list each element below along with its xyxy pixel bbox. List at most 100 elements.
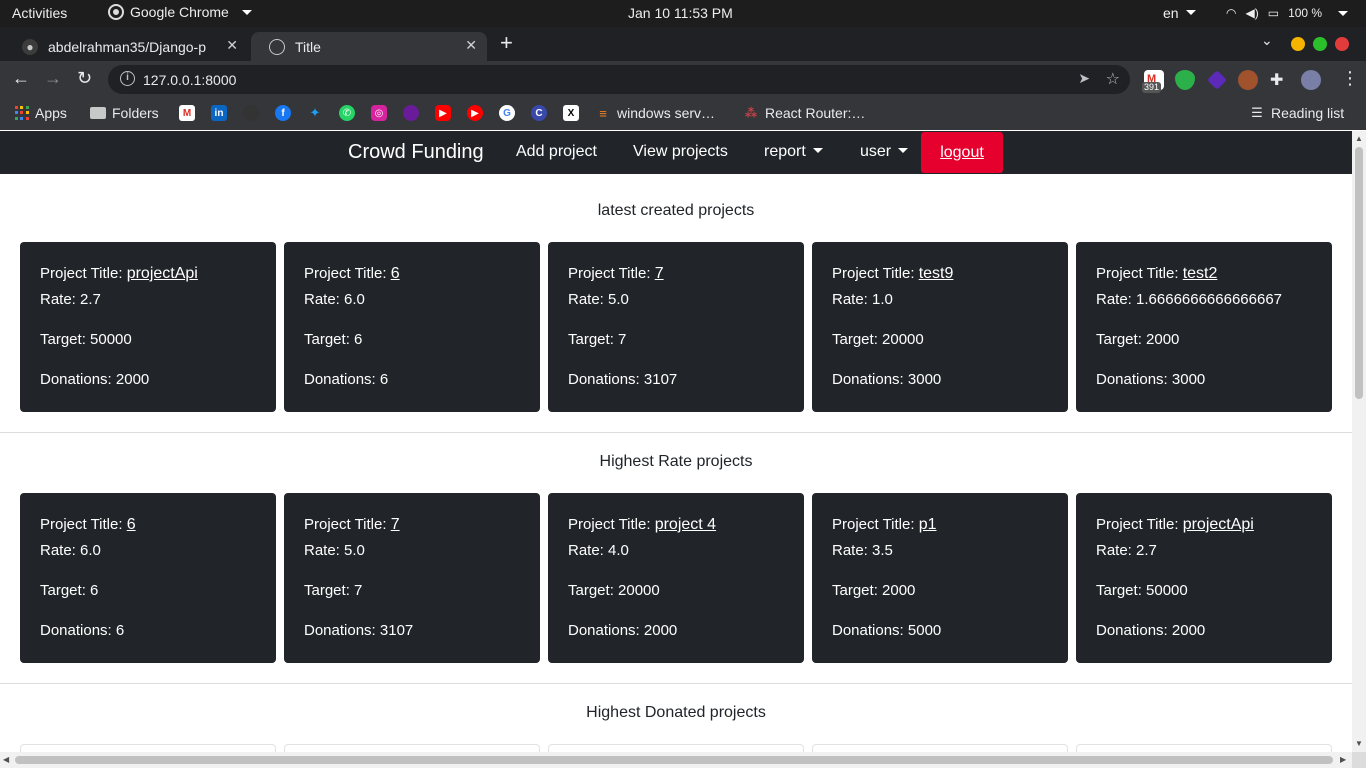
tab-search-chevron-icon[interactable]: ⌄: [1261, 32, 1273, 49]
project-title-link[interactable]: p1: [919, 516, 937, 533]
activities-button[interactable]: Activities: [12, 5, 67, 21]
send-icon[interactable]: ➤: [1078, 70, 1090, 87]
scroll-left-arrow-icon[interactable]: ◀: [3, 755, 9, 764]
reload-button[interactable]: ↻: [77, 68, 92, 89]
gmail-extension-icon[interactable]: M 391: [1142, 70, 1164, 93]
target-label: Target:: [568, 331, 619, 348]
project-title-link[interactable]: project 4: [655, 516, 716, 533]
bookmark-github[interactable]: [243, 105, 259, 121]
vertical-scroll-thumb[interactable]: [1355, 147, 1363, 399]
rate-line: Rate: 1.0: [832, 291, 893, 308]
puzzle-extensions-icon[interactable]: ✚: [1270, 70, 1290, 90]
project-title-line: Project Title: projectApi: [1096, 516, 1254, 534]
new-tab-button[interactable]: +: [500, 30, 513, 56]
rate-label: Rate:: [304, 291, 345, 308]
project-title-link[interactable]: test2: [1183, 265, 1218, 282]
language-indicator[interactable]: en: [1163, 5, 1196, 21]
app-menu[interactable]: Google Chrome: [108, 4, 252, 20]
project-title-link[interactable]: 7: [391, 516, 400, 533]
scrollbar-corner: [1352, 752, 1366, 768]
project-title-link[interactable]: test9: [919, 265, 954, 282]
target-line: Target: 6: [40, 582, 98, 599]
bookmark-youtube-music[interactable]: ▶: [467, 105, 483, 121]
back-button[interactable]: ←: [12, 68, 30, 89]
chevron-down-icon: [898, 148, 909, 153]
bookmark-folders[interactable]: Folders: [90, 105, 159, 121]
bookmark-linkedin[interactable]: in: [211, 105, 227, 121]
cookie-extension-icon[interactable]: [1238, 70, 1258, 90]
maximize-button[interactable]: [1313, 37, 1327, 51]
close-icon[interactable]: ✕: [465, 37, 477, 54]
bookmark-app-purple[interactable]: [403, 105, 419, 121]
brand-link[interactable]: Crowd Funding: [348, 141, 484, 164]
rate-label: Rate:: [40, 291, 81, 308]
bookmark-react-router[interactable]: ⁂ React Router:…: [743, 105, 866, 121]
donations-line: Donations: 5000: [832, 622, 941, 639]
target-label: Target:: [304, 582, 355, 599]
bookmark-x[interactable]: X: [563, 105, 579, 121]
project-title-link[interactable]: 6: [127, 516, 136, 533]
section-heading: Highest Donated projects: [586, 704, 766, 721]
close-icon[interactable]: ✕: [226, 37, 238, 54]
browser-toolbar: ← → ↻ i 127.0.0.1:8000 ➤ ☆ M 391 5 ✚ ⋮: [0, 61, 1366, 154]
kebab-menu-icon[interactable]: ⋮: [1341, 68, 1359, 89]
minimize-button[interactable]: [1291, 37, 1305, 51]
bookmark-twitter[interactable]: ✦: [307, 105, 323, 121]
bookmark-youtube[interactable]: ▶: [435, 105, 451, 121]
reading-list[interactable]: ☰ Reading list: [1249, 105, 1344, 121]
clock[interactable]: Jan 10 11:53 PM: [628, 5, 733, 21]
tab-title: abdelrahman35/Django-p: [48, 38, 206, 55]
apps-grid-icon: [15, 106, 29, 120]
project-title-link[interactable]: projectApi: [1183, 516, 1254, 533]
info-icon[interactable]: i: [120, 71, 135, 86]
bookmark-gmail[interactable]: M: [179, 105, 195, 121]
bookmark-c[interactable]: C: [531, 105, 547, 121]
horizontal-scrollbar[interactable]: ◀ ▶: [0, 752, 1352, 768]
bookmark-apps[interactable]: Apps: [15, 105, 67, 121]
close-window-button[interactable]: [1335, 37, 1349, 51]
scroll-down-arrow-icon[interactable]: ▼: [1355, 739, 1363, 748]
youtube-music-icon: ▶: [467, 105, 483, 121]
nav-add-project[interactable]: Add project: [516, 143, 597, 161]
project-title-link[interactable]: 6: [391, 265, 400, 282]
bookmark-facebook[interactable]: f: [275, 105, 291, 121]
project-title-link[interactable]: 7: [655, 265, 664, 282]
rate-label: Rate:: [568, 542, 609, 559]
bookmark-label: Folders: [112, 105, 159, 121]
logout-button[interactable]: logout: [921, 132, 1003, 173]
profile-avatar[interactable]: [1301, 70, 1321, 90]
scroll-right-arrow-icon[interactable]: ▶: [1340, 755, 1346, 764]
nav-report-dropdown[interactable]: report: [764, 143, 823, 161]
c-icon: C: [531, 105, 547, 121]
bookmark-google[interactable]: G: [499, 105, 515, 121]
tab-github[interactable]: ● abdelrahman35/Django-p ✕: [4, 32, 248, 61]
bookmark-whatsapp[interactable]: ✆: [339, 105, 355, 121]
target-label: Target:: [40, 582, 91, 599]
forward-button[interactable]: →: [44, 68, 62, 89]
project-title-line: Project Title: test9: [832, 265, 953, 283]
donations-value: 3107: [379, 622, 414, 639]
address-bar[interactable]: i 127.0.0.1:8000 ➤ ☆: [108, 65, 1130, 94]
project-title-link[interactable]: projectApi: [127, 265, 198, 282]
project-card: [284, 744, 540, 752]
bookmark-windows-server[interactable]: ≡ windows serv…: [595, 105, 715, 121]
system-menu[interactable]: ◠ ◀) ▭ 100 %: [1226, 6, 1349, 20]
vertical-scrollbar[interactable]: ▲ ▼: [1352, 131, 1366, 752]
horizontal-scroll-thumb[interactable]: [15, 756, 1333, 764]
card-row: Project Title: projectApi Rate: 2.7 Targ…: [20, 242, 1332, 412]
nav-user-dropdown[interactable]: user: [860, 143, 909, 161]
tab-active[interactable]: Title ✕: [251, 32, 487, 61]
scroll-up-arrow-icon[interactable]: ▲: [1355, 134, 1363, 143]
target-value: 7: [618, 331, 627, 348]
project-title-line: Project Title: test2: [1096, 265, 1217, 283]
bookmark-star-icon[interactable]: ☆: [1106, 69, 1120, 89]
shield-icon[interactable]: [1175, 70, 1195, 90]
rate-label: Rate:: [832, 291, 873, 308]
project-card: [1076, 744, 1332, 752]
site-navbar: Crowd Funding Add project View projects …: [0, 131, 1352, 174]
title-label: Project Title:: [568, 516, 655, 533]
url-text[interactable]: 127.0.0.1:8000: [143, 72, 236, 88]
extension-diamond-icon[interactable]: [1207, 70, 1227, 90]
bookmark-instagram[interactable]: ◎: [371, 105, 387, 121]
nav-view-projects[interactable]: View projects: [633, 143, 728, 161]
